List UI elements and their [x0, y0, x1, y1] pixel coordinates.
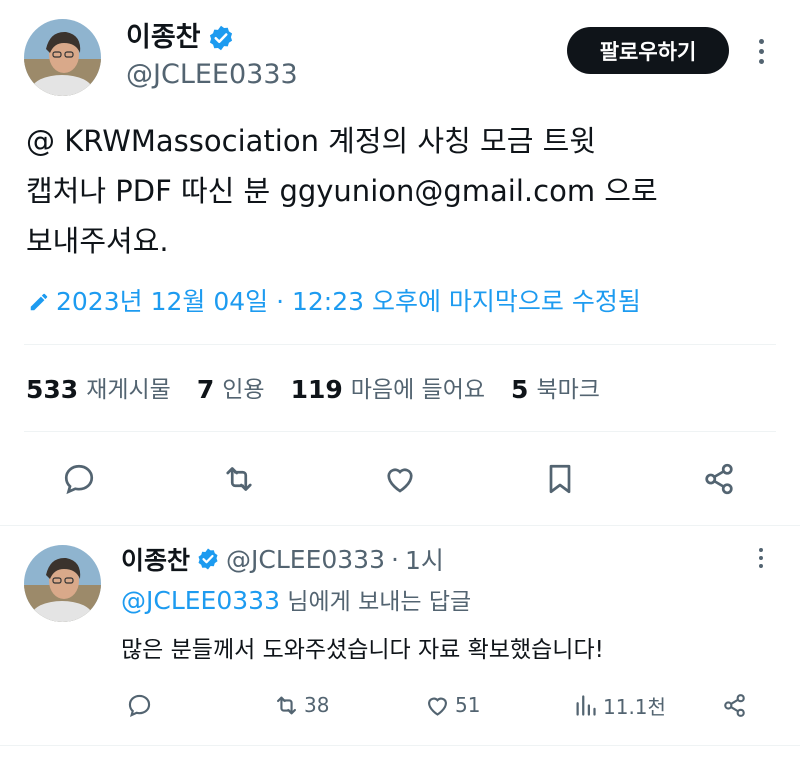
reply-like-button[interactable]: 51	[424, 688, 480, 722]
stat-bookmarks[interactable]: 5 북마크	[511, 372, 600, 408]
reply-header: 이종찬 @JCLEE0333 · 1시	[121, 542, 444, 576]
divider	[24, 344, 776, 345]
like-count: 51	[455, 693, 481, 717]
thread-separator	[0, 525, 800, 526]
stat-label: 북마크	[536, 377, 600, 403]
stat-quotes[interactable]: 7 인용	[197, 372, 265, 408]
reply-timestamp[interactable]: 1시	[405, 541, 444, 577]
reply-icon[interactable]	[60, 460, 98, 498]
author-name-text[interactable]: 이종찬	[126, 20, 201, 56]
bookmark-icon[interactable]	[541, 460, 579, 498]
retweet-icon[interactable]	[220, 460, 258, 498]
replying-to-handle[interactable]: @JCLEE0333	[121, 586, 280, 615]
avatar[interactable]	[24, 19, 101, 96]
pencil-icon	[30, 293, 48, 311]
stat-label: 마음에 들어요	[350, 377, 486, 403]
stat-reposts[interactable]: 533 재게시물	[26, 372, 171, 408]
stats-row: 533 재게시물 7 인용 119 마음에 들어요 5 북마크	[26, 372, 626, 408]
reply-retweet-button[interactable]: 38	[273, 688, 329, 722]
retweet-count: 38	[304, 693, 330, 717]
author-name[interactable]: 이종찬	[126, 20, 235, 56]
bottom-separator	[0, 745, 800, 746]
reply-text: 많은 분들께서 도와주셨습니다 자료 확보했습니다!	[121, 637, 604, 663]
stat-likes[interactable]: 119 마음에 들어요	[291, 372, 485, 408]
stat-label: 재게시물	[86, 377, 171, 403]
reply-views-button[interactable]: 11.1천	[572, 688, 666, 722]
stat-number: 533	[26, 375, 79, 404]
reply-reply-button[interactable]	[126, 688, 153, 722]
tweet-text: @ KRWMassociation 계정의 사칭 모금 트윗 캡처나 PDF 따…	[26, 124, 658, 258]
reply-icon	[128, 694, 151, 717]
view-count: 11.1천	[603, 694, 666, 719]
retweet-icon	[276, 696, 297, 714]
more-options-icon[interactable]	[751, 34, 771, 68]
analytics-icon	[576, 694, 596, 716]
edited-notice[interactable]: 2023년 12월 04일 · 12:23 오후에 마지막으로 수정됨	[28, 284, 641, 320]
replying-to-suffix: 님에게 보내는 답글	[287, 589, 472, 615]
share-icon[interactable]	[700, 460, 738, 498]
main-tweet: 이종찬 @JCLEE0333 팔로우하기 @ KRWMassociation 계…	[0, 0, 800, 525]
stat-label: 인용	[222, 377, 265, 403]
author-handle[interactable]: @JCLEE0333	[126, 58, 298, 92]
share-icon	[724, 693, 745, 717]
reply-avatar[interactable]	[24, 545, 101, 622]
reply-author-handle[interactable]: @JCLEE0333	[226, 545, 385, 574]
replying-to: @JCLEE0333 님에게 보내는 답글	[121, 584, 471, 619]
stat-number: 119	[290, 375, 343, 404]
follow-button[interactable]: 팔로우하기	[567, 27, 729, 74]
stat-number: 7	[196, 375, 215, 404]
stat-number: 5	[511, 375, 529, 404]
verified-badge-icon	[198, 548, 218, 570]
divider	[24, 431, 776, 432]
reply-more-options-icon[interactable]	[752, 543, 770, 573]
reply-share-button[interactable]	[721, 688, 748, 722]
verified-badge-icon	[209, 25, 232, 51]
separator-dot: ·	[391, 544, 399, 574]
like-icon[interactable]	[381, 460, 419, 498]
edited-text: 2023년 12월 04일 · 12:23 오후에 마지막으로 수정됨	[56, 287, 641, 316]
reply-author-name[interactable]: 이종찬	[121, 541, 190, 577]
like-icon	[427, 697, 448, 716]
